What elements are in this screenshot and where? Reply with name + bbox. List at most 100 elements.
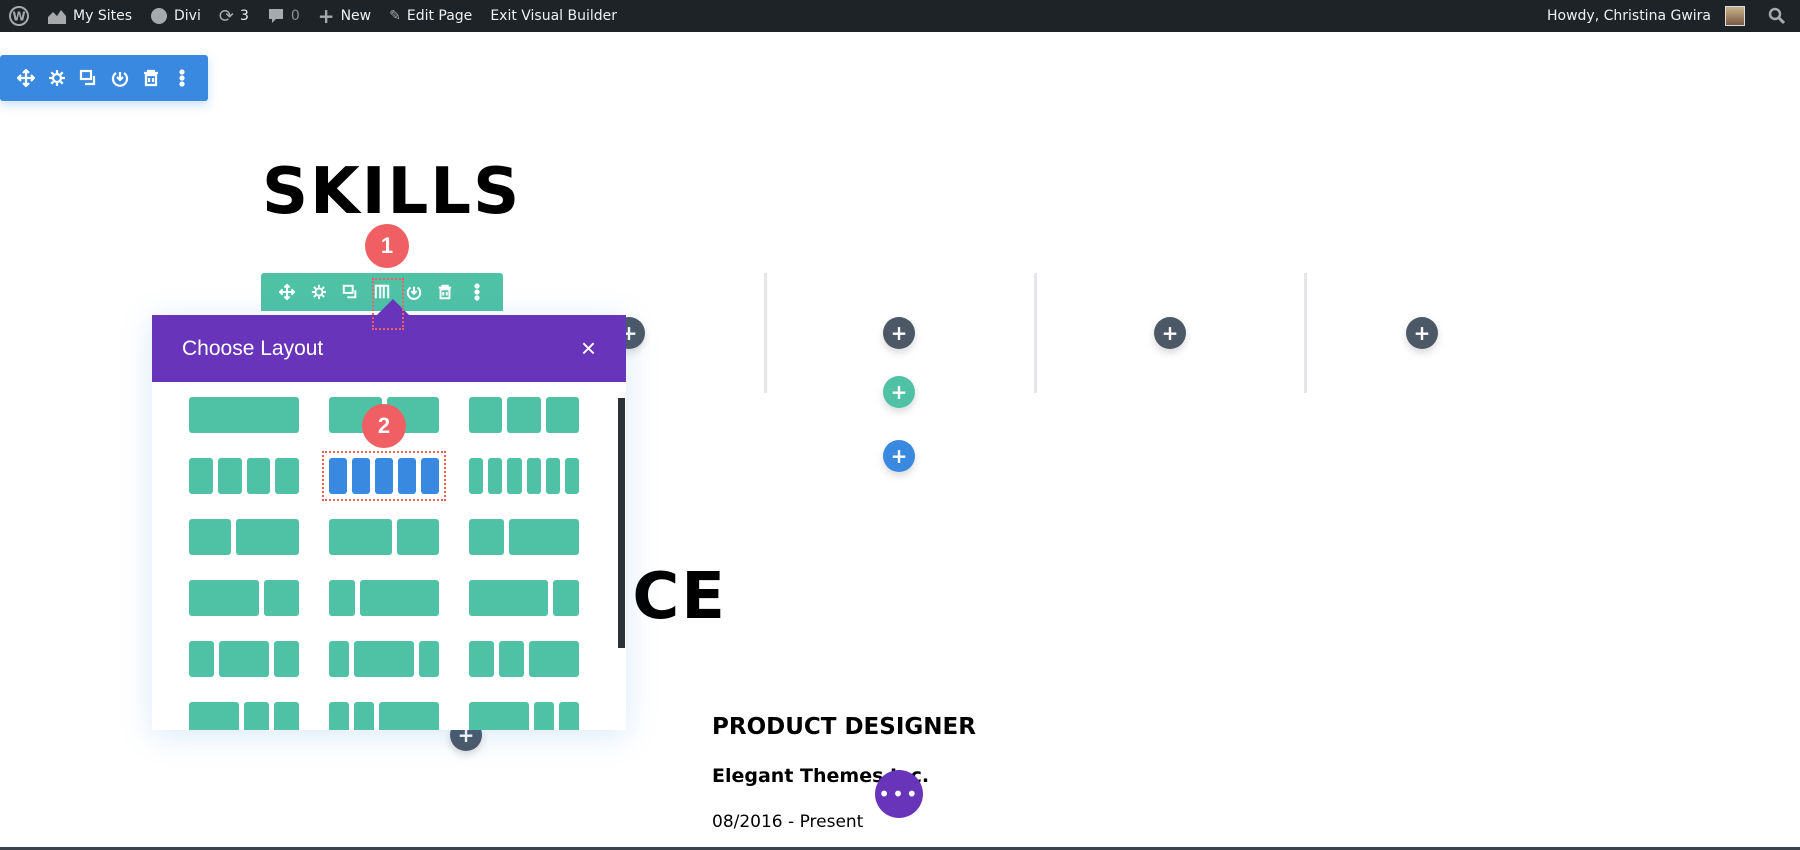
popup-scrollbar[interactable] xyxy=(618,398,625,648)
layout-column-block xyxy=(274,641,299,677)
user-account-menu[interactable]: Howdy, Christina Gwira xyxy=(1538,0,1754,32)
layout-option[interactable] xyxy=(469,702,579,730)
comments-menu[interactable]: 0 xyxy=(258,0,309,32)
layout-column-block xyxy=(469,397,503,433)
duplicate-icon[interactable] xyxy=(339,281,361,303)
layout-column-block xyxy=(189,519,231,555)
duplicate-icon[interactable] xyxy=(77,67,99,89)
gear-icon[interactable] xyxy=(308,281,330,303)
layout-column-block xyxy=(329,580,356,616)
column-divider xyxy=(764,273,767,393)
layout-option[interactable] xyxy=(329,702,439,730)
add-module-button[interactable]: + xyxy=(1406,317,1438,349)
choose-layout-popup: Choose Layout × xyxy=(152,315,626,730)
layout-option[interactable] xyxy=(469,580,579,616)
layout-option[interactable] xyxy=(189,641,299,677)
layout-column-block xyxy=(509,519,579,555)
layout-option[interactable] xyxy=(469,397,579,433)
layout-option[interactable] xyxy=(189,458,299,494)
more-options-icon[interactable] xyxy=(466,281,488,303)
layout-column-block xyxy=(189,458,213,494)
page-settings-button[interactable]: ••• xyxy=(875,770,923,818)
layout-column-block xyxy=(329,641,349,677)
layout-column-block xyxy=(488,458,503,494)
layout-option[interactable] xyxy=(189,397,299,433)
updates-count: 3 xyxy=(239,8,249,24)
layout-column-block xyxy=(354,702,374,730)
layout-column-block xyxy=(545,397,579,433)
avatar xyxy=(1725,6,1745,26)
sites-icon xyxy=(48,10,66,24)
annotation-step-2: 2 xyxy=(362,404,406,448)
close-icon[interactable]: × xyxy=(581,333,596,364)
layout-option[interactable] xyxy=(189,519,299,555)
layout-column-block xyxy=(274,702,299,730)
gear-icon[interactable] xyxy=(46,67,68,89)
my-sites-menu[interactable]: My Sites xyxy=(38,0,141,32)
add-section-button[interactable]: + xyxy=(883,440,915,472)
layout-option[interactable] xyxy=(469,641,579,677)
comment-icon xyxy=(268,9,283,23)
exit-visual-builder-link[interactable]: Exit Visual Builder xyxy=(481,0,626,32)
layout-option[interactable] xyxy=(329,641,439,677)
exit-builder-label: Exit Visual Builder xyxy=(490,8,618,24)
layout-column-block xyxy=(329,702,349,730)
wp-admin-bar: W My Sites Divi ⟳ 3 0 + New ✎ Edit Page Exi… xyxy=(0,0,1800,32)
layout-column-block xyxy=(397,519,439,555)
layout-option[interactable] xyxy=(469,458,580,494)
site-menu[interactable]: Divi xyxy=(141,0,210,32)
layout-column-block xyxy=(379,702,439,730)
more-options-icon[interactable] xyxy=(171,67,193,89)
layout-column-block xyxy=(507,458,522,494)
new-menu[interactable]: + New xyxy=(309,0,380,32)
layout-column-block xyxy=(264,580,299,616)
layout-column-block xyxy=(189,641,214,677)
updates-menu[interactable]: ⟳ 3 xyxy=(210,0,258,32)
job-dates: 08/2016 - Present xyxy=(712,812,864,832)
layout-column-block xyxy=(552,580,579,616)
layout-option[interactable] xyxy=(189,702,299,730)
layout-column-block xyxy=(469,641,494,677)
edit-page-label: Edit Page xyxy=(406,8,473,24)
move-icon[interactable] xyxy=(15,67,37,89)
layout-column-block xyxy=(244,702,269,730)
layout-column-block xyxy=(534,702,554,730)
layout-column-block xyxy=(545,458,560,494)
layout-column-block xyxy=(564,458,580,494)
dashboard-icon xyxy=(151,8,167,24)
layout-column-block xyxy=(559,702,579,730)
updates-icon: ⟳ xyxy=(218,5,234,27)
greeting: Howdy, Christina Gwira xyxy=(1546,8,1711,24)
layout-option[interactable] xyxy=(329,519,439,555)
layout-column-block xyxy=(507,397,541,433)
skills-heading: SKILLS xyxy=(262,155,522,229)
add-row-button[interactable]: + xyxy=(883,376,915,408)
my-sites-label: My Sites xyxy=(73,8,132,24)
move-icon[interactable] xyxy=(276,281,298,303)
save-to-library-icon[interactable] xyxy=(109,67,131,89)
layout-option[interactable] xyxy=(322,451,446,501)
layout-column-block xyxy=(246,458,271,494)
search-icon[interactable] xyxy=(1754,0,1800,32)
layout-option[interactable] xyxy=(189,580,299,616)
layout-column-block xyxy=(275,458,299,494)
add-module-button[interactable]: + xyxy=(883,317,915,349)
columns-icon-highlight xyxy=(372,278,404,330)
layout-column-block xyxy=(217,458,242,494)
wordpress-logo-icon[interactable]: W xyxy=(0,0,38,32)
layout-option[interactable] xyxy=(469,519,579,555)
add-module-button[interactable]: + xyxy=(1154,317,1186,349)
layout-column-block xyxy=(529,641,579,677)
layout-column-block xyxy=(469,580,548,616)
trash-icon[interactable] xyxy=(434,281,456,303)
layout-column-block xyxy=(421,458,439,494)
layout-column-block xyxy=(189,397,299,433)
layout-column-block xyxy=(398,458,416,494)
layout-option[interactable] xyxy=(329,580,439,616)
trash-icon[interactable] xyxy=(140,67,162,89)
edit-page-link[interactable]: ✎ Edit Page xyxy=(380,0,481,32)
layout-column-block xyxy=(469,458,484,494)
layout-column-block xyxy=(526,458,541,494)
annotation-step-1: 1 xyxy=(365,224,409,268)
layout-column-block xyxy=(419,641,439,677)
